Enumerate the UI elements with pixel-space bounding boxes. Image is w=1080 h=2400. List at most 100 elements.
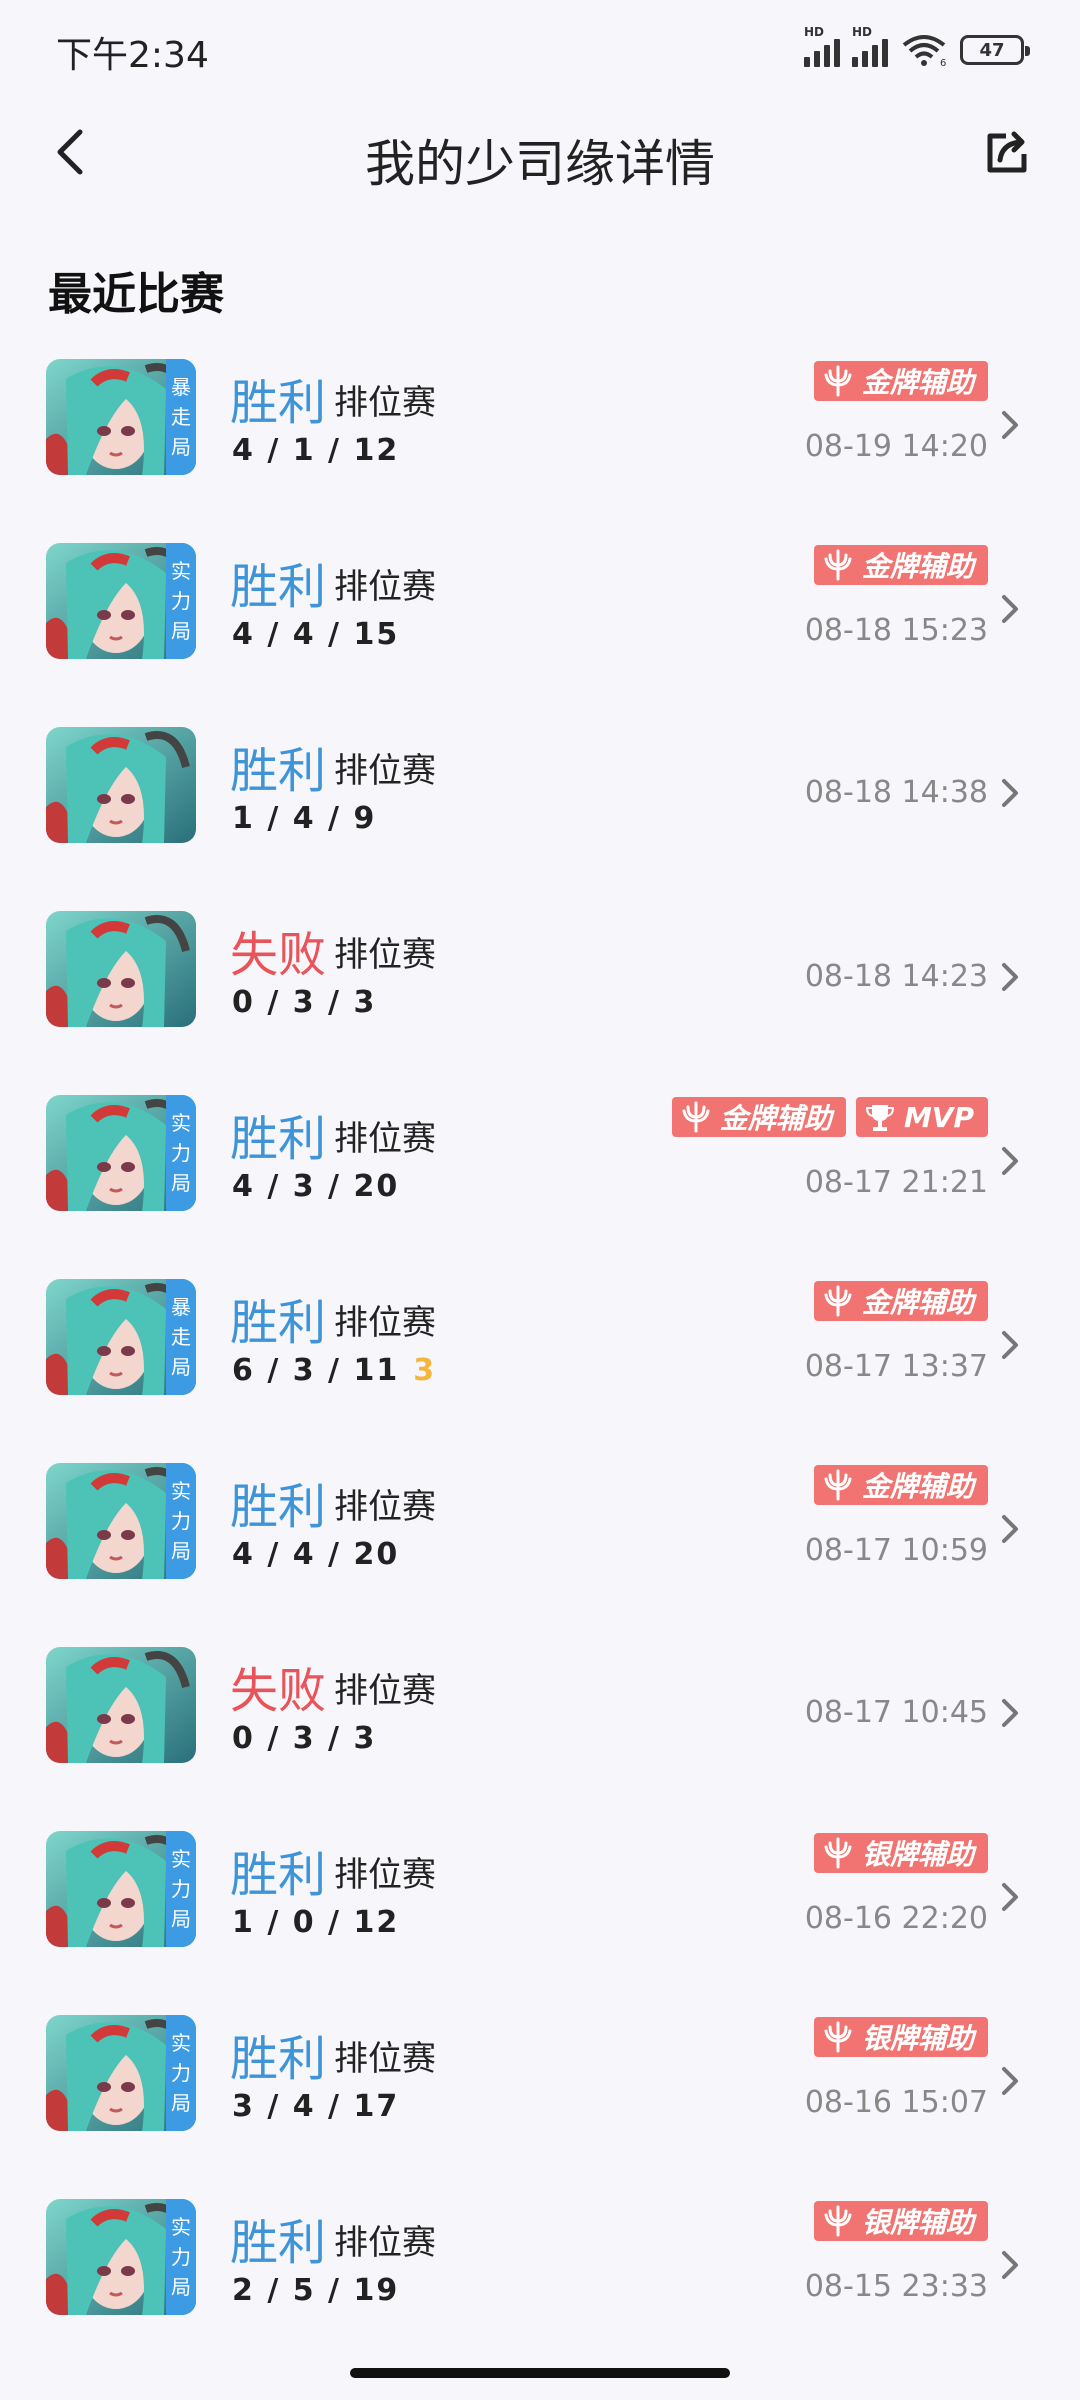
match-row[interactable]: 失败 排位赛 0 / 3 / 3 08-17 10:45: [0, 1633, 1080, 1817]
match-row[interactable]: 失败 排位赛 0 / 3 / 3 08-18 14:23: [0, 897, 1080, 1081]
trident-icon: [824, 1469, 852, 1501]
match-date: 08-18 15:23: [804, 613, 988, 648]
hero-avatar: 实力局: [46, 2015, 196, 2131]
chevron-right-icon[interactable]: [996, 773, 1024, 813]
trophy-icon: [865, 1105, 894, 1131]
hero-avatar: 实力局: [46, 1831, 196, 1947]
mode-tag-char: 力: [171, 589, 191, 613]
header: 我的少司缘详情: [0, 100, 1080, 210]
hero-avatar-art: [46, 727, 196, 843]
home-indicator[interactable]: [350, 2368, 730, 2378]
badge-label: 银牌辅助: [861, 1838, 974, 1871]
chevron-right-icon[interactable]: [996, 589, 1024, 629]
badge-label: 金牌辅助: [861, 1470, 974, 1503]
support-badge: 金牌辅助: [813, 1281, 988, 1321]
badge-group: 金牌辅助: [813, 545, 988, 585]
mode-tag-char: 局: [171, 1355, 191, 1379]
trident-icon: [824, 2021, 852, 2053]
mode-tag: 暴走局: [166, 1279, 196, 1395]
trident-icon: [824, 1837, 852, 1869]
kda: 6 / 3 / 11 3: [232, 1353, 437, 1388]
kda: 4 / 4 / 15: [232, 617, 400, 652]
kda: 4 / 3 / 20: [232, 1169, 400, 1204]
match-row[interactable]: 实力局 胜利 排位赛 4 / 4 / 15 金牌辅助 08-18 15:23: [0, 529, 1080, 713]
chevron-right-icon[interactable]: [996, 1141, 1024, 1181]
match-date: 08-18 14:38: [804, 775, 988, 810]
kda: 4 / 1 / 12: [232, 433, 400, 468]
match-row[interactable]: 实力局 胜利 排位赛 4 / 3 / 20 金牌辅助 MVP 08-17 21:2…: [0, 1081, 1080, 1265]
trident-icon: [824, 549, 852, 581]
badge-label: 金牌辅助: [861, 366, 974, 399]
match-type: 排位赛: [334, 2039, 436, 2079]
hero-avatar-art: [46, 1647, 196, 1763]
hero-avatar: 实力局: [46, 1095, 196, 1211]
badge-group: 银牌辅助: [813, 1833, 988, 1873]
match-row[interactable]: 胜利 排位赛 1 / 4 / 9 08-18 14:38: [0, 713, 1080, 897]
match-date: 08-17 10:59: [804, 1533, 988, 1568]
mode-tag-char: 暴: [171, 1295, 191, 1319]
chevron-right-icon[interactable]: [996, 2061, 1024, 2101]
streak-count: 3: [413, 1353, 437, 1388]
chevron-right-icon[interactable]: [996, 1877, 1024, 1917]
match-result: 胜利: [230, 1847, 327, 1903]
trident-icon: [824, 2205, 852, 2237]
hero-avatar: [46, 911, 196, 1027]
badge-label: MVP: [903, 1100, 974, 1134]
share-icon[interactable]: [976, 122, 1036, 182]
chevron-right-icon[interactable]: [996, 405, 1024, 445]
match-row[interactable]: 暴走局 胜利 排位赛 6 / 3 / 11 3 金牌辅助 08-17 13:37: [0, 1265, 1080, 1449]
trident-icon: [824, 1285, 852, 1317]
badge-group: 金牌辅助: [813, 1465, 988, 1505]
match-row[interactable]: 实力局 胜利 排位赛 1 / 0 / 12 银牌辅助 08-16 22:20: [0, 1817, 1080, 2001]
match-type: 排位赛: [334, 1303, 436, 1343]
match-type: 排位赛: [334, 567, 436, 607]
mode-tag-char: 局: [171, 1907, 191, 1931]
match-type: 排位赛: [334, 1119, 436, 1159]
chevron-right-icon[interactable]: [996, 2245, 1024, 2285]
mode-tag: 实力局: [166, 2015, 196, 2131]
match-type: 排位赛: [334, 935, 436, 975]
battery-icon: 47: [960, 35, 1030, 65]
hero-avatar: 实力局: [46, 1463, 196, 1579]
match-result: 胜利: [230, 1479, 327, 1535]
kda: 4 / 4 / 20: [232, 1537, 400, 1572]
match-row[interactable]: 暴走局 胜利 排位赛 4 / 1 / 12 金牌辅助 08-19 14:20: [0, 345, 1080, 529]
section-title: 最近比赛: [48, 269, 224, 320]
match-type: 排位赛: [334, 1671, 436, 1711]
support-badge: 金牌辅助: [813, 1465, 988, 1505]
badge-group: 金牌辅助 MVP: [671, 1097, 988, 1137]
support-badge: 金牌辅助: [813, 361, 988, 401]
chevron-right-icon[interactable]: [996, 1509, 1024, 1549]
match-date: 08-15 23:33: [804, 2269, 988, 2304]
status-time: 下午2:34: [56, 35, 209, 76]
match-date: 08-16 22:20: [804, 1901, 988, 1936]
match-row[interactable]: 实力局 胜利 排位赛 3 / 4 / 17 银牌辅助 08-16 15:07: [0, 2001, 1080, 2185]
match-type: 排位赛: [334, 1487, 436, 1527]
kda: 1 / 0 / 12: [232, 1905, 400, 1940]
match-date: 08-16 15:07: [804, 2085, 988, 2120]
match-date: 08-18 14:23: [804, 959, 988, 994]
badge-label: 金牌辅助: [719, 1102, 832, 1135]
mode-tag-char: 局: [171, 2091, 191, 2115]
badge-group: 银牌辅助: [813, 2201, 988, 2241]
chevron-right-icon[interactable]: [996, 1325, 1024, 1365]
match-row[interactable]: 实力局 胜利 排位赛 2 / 5 / 19 银牌辅助 08-15 23:33: [0, 2185, 1080, 2369]
mode-tag-char: 局: [171, 619, 191, 643]
support-badge: 银牌辅助: [813, 2017, 988, 2057]
support-badge: 银牌辅助: [813, 1833, 988, 1873]
mode-tag-char: 走: [171, 405, 191, 429]
signal-icon: HD: [804, 25, 840, 67]
chevron-right-icon[interactable]: [996, 1693, 1024, 1733]
chevron-right-icon[interactable]: [996, 957, 1024, 997]
match-row[interactable]: 实力局 胜利 排位赛 4 / 4 / 20 金牌辅助 08-17 10:59: [0, 1449, 1080, 1633]
mode-tag-char: 力: [171, 2245, 191, 2269]
support-badge: 银牌辅助: [813, 2201, 988, 2241]
mode-tag: 实力局: [166, 543, 196, 659]
match-date: 08-17 13:37: [804, 1349, 988, 1384]
support-badge: 金牌辅助: [813, 545, 988, 585]
badge-group: 银牌辅助: [813, 2017, 988, 2057]
mode-tag-char: 局: [171, 2275, 191, 2299]
match-date: 08-17 21:21: [804, 1165, 988, 1200]
status-icons: HD HD 6 47: [804, 25, 1030, 70]
badge-group: 金牌辅助: [813, 361, 988, 401]
